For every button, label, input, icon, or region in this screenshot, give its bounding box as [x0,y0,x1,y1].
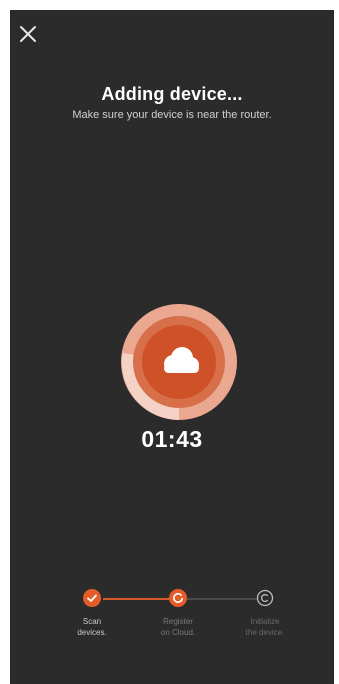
close-icon [20,26,36,42]
pending-circle-icon [256,589,274,607]
step-register-indicator [169,589,187,607]
step-connector-done [103,598,178,600]
progress-indicator [121,304,237,420]
step-scan-label: Scan devices. [77,617,107,637]
page-title: Adding device... [101,84,243,104]
step-connector-pending [187,598,257,600]
close-button[interactable] [18,24,38,44]
step-register-label: Register on Cloud. [160,617,196,637]
countdown-timer: 01:43 [141,426,203,452]
step-scan-indicator [83,589,101,607]
spinner-icon [173,592,183,603]
add-device-screen: Adding device... Make sure your device i… [10,10,334,684]
step-initialize-label: Initialize the device. [245,617,285,637]
step-initialize-indicator [256,589,274,607]
check-icon [87,594,97,602]
page-subtitle: Make sure your device is near the router… [72,109,272,121]
